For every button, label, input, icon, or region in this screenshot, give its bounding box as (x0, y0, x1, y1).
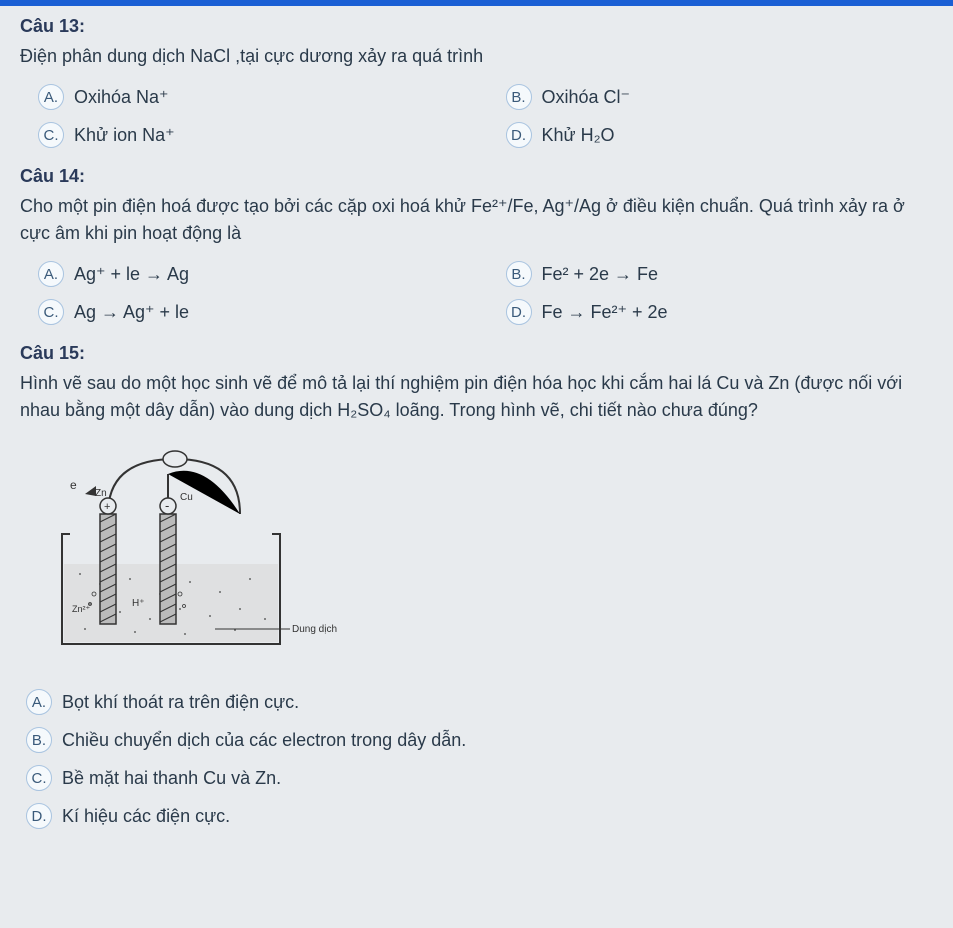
q15-option-d[interactable]: D. Kí hiệu các điện cực. (26, 803, 933, 829)
option-text: Khử ion Na⁺ (74, 125, 175, 146)
question-13: Câu 13: Điện phân dung dịch NaCl ,tại cự… (20, 16, 933, 148)
option-text: Bọt khí thoát ra trên điện cực. (62, 692, 299, 713)
option-text: Oxihóa Na⁺ (74, 87, 169, 108)
content-area: Câu 13: Điện phân dung dịch NaCl ,tại cự… (0, 6, 953, 867)
option-text: Ag → Ag⁺ + le (74, 302, 189, 323)
option-letter: C. (38, 299, 64, 325)
option-text: Ag⁺ + le → Ag (74, 264, 189, 285)
q13-option-a[interactable]: A. Oxihóa Na⁺ (38, 84, 466, 110)
diagram-electron-label: e (70, 478, 77, 492)
option-letter: D. (506, 299, 532, 325)
q13-option-b[interactable]: B. Oxihóa Cl⁻ (506, 84, 934, 110)
diagram-cu-label: Cu (180, 492, 193, 503)
question-15-options: A. Bọt khí thoát ra trên điện cực. B. Ch… (26, 689, 933, 829)
diagram-h-label: H⁺ (132, 598, 145, 609)
q14-option-c[interactable]: C. Ag → Ag⁺ + le (38, 299, 466, 325)
diagram-solution-label: Dung dịch H₂SO₄ (292, 624, 340, 635)
diagram-zn-label: Zn (95, 488, 107, 499)
question-15-title: Câu 15: (20, 343, 933, 364)
option-letter: B. (506, 261, 532, 287)
option-letter: D. (26, 803, 52, 829)
option-letter: D. (506, 122, 532, 148)
option-letter: C. (26, 765, 52, 791)
q13-option-c[interactable]: C. Khử ion Na⁺ (38, 122, 466, 148)
question-13-options: A. Oxihóa Na⁺ B. Oxihóa Cl⁻ C. Khử ion N… (38, 84, 933, 148)
question-15-text: Hình vẽ sau do một học sinh vẽ để mô tả … (20, 370, 933, 424)
question-15: Câu 15: Hình vẽ sau do một học sinh vẽ đ… (20, 343, 933, 829)
q13-option-d[interactable]: D. Khử H₂O (506, 122, 934, 148)
q14-option-a[interactable]: A. Ag⁺ + le → Ag (38, 261, 466, 287)
question-14-text: Cho một pin điện hoá được tạo bởi các cặ… (20, 193, 933, 247)
option-text: Khử H₂O (542, 125, 615, 146)
svg-text:-: - (165, 498, 169, 513)
option-text: Bề mặt hai thanh Cu và Zn. (62, 768, 281, 789)
option-letter: B. (506, 84, 532, 110)
option-text: Chiều chuyển dịch của các electron trong… (62, 730, 466, 751)
option-letter: A. (38, 261, 64, 287)
q15-option-c[interactable]: C. Bề mặt hai thanh Cu và Zn. (26, 765, 933, 791)
q15-diagram: e (20, 444, 933, 669)
q14-option-d[interactable]: D. Fe → Fe²⁺ + 2e (506, 299, 934, 325)
q15-option-b[interactable]: B. Chiều chuyển dịch của các electron tr… (26, 727, 933, 753)
question-13-text: Điện phân dung dịch NaCl ,tại cực dương … (20, 43, 933, 70)
question-13-title: Câu 13: (20, 16, 933, 37)
q14-option-b[interactable]: B. Fe² + 2e → Fe (506, 261, 934, 287)
electrochemistry-diagram-icon: e (40, 444, 340, 664)
question-14: Câu 14: Cho một pin điện hoá được tạo bở… (20, 166, 933, 325)
svg-text:Zn²⁺: Zn²⁺ (72, 604, 91, 614)
q15-option-a[interactable]: A. Bọt khí thoát ra trên điện cực. (26, 689, 933, 715)
svg-text:+: + (104, 501, 110, 513)
question-14-title: Câu 14: (20, 166, 933, 187)
option-letter: A. (38, 84, 64, 110)
question-14-options: A. Ag⁺ + le → Ag B. Fe² + 2e → Fe C. Ag … (38, 261, 933, 325)
option-text: Kí hiệu các điện cực. (62, 806, 230, 827)
option-text: Oxihóa Cl⁻ (542, 87, 631, 108)
option-letter: A. (26, 689, 52, 715)
option-letter: C. (38, 122, 64, 148)
option-text: Fe² + 2e → Fe (542, 264, 659, 285)
option-text: Fe → Fe²⁺ + 2e (542, 302, 668, 323)
option-letter: B. (26, 727, 52, 753)
